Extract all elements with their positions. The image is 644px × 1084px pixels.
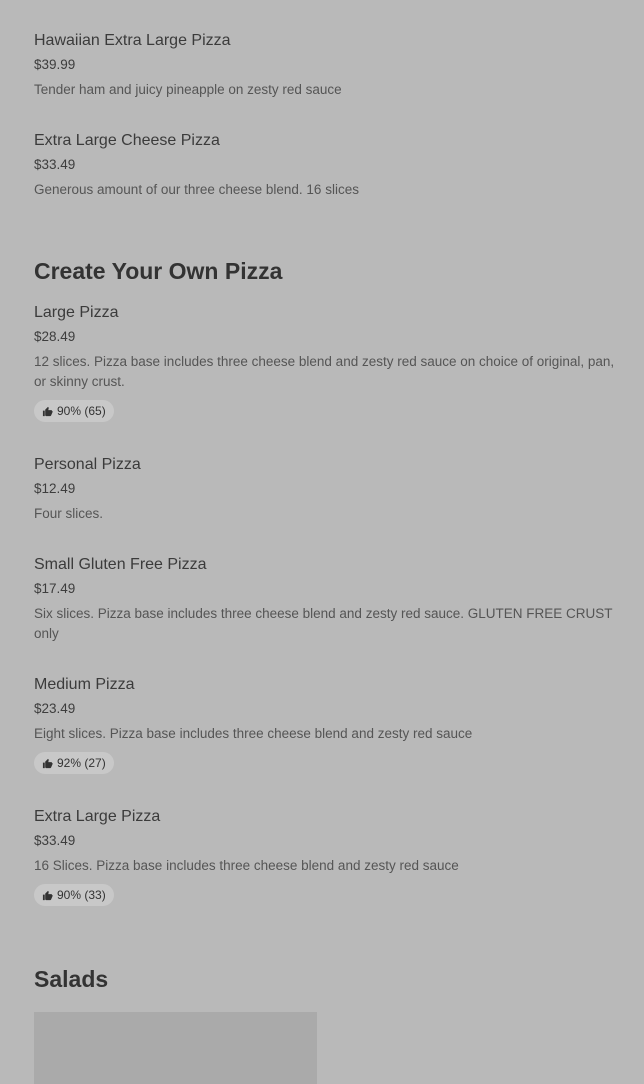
menu-item[interactable]: Large Pizza $28.49 12 slices. Pizza base…: [34, 303, 618, 422]
item-price: $17.49: [34, 581, 76, 596]
item-description: Four slices.: [34, 506, 104, 521]
thumbs-up-icon: [42, 890, 53, 900]
item-name: Hawaiian Extra Large Pizza: [34, 32, 231, 49]
rating-label: 92% (27): [57, 756, 106, 770]
item-description: 12 slices. Pizza base includes three che…: [34, 354, 615, 389]
item-name: Extra Large Cheese Pizza: [34, 132, 220, 149]
section-title-create-your-own: Create Your Own Pizza: [34, 258, 283, 284]
item-price: $28.49: [34, 329, 76, 344]
item-name: Personal Pizza: [34, 456, 141, 473]
rating-badge: 90% (33): [34, 884, 114, 906]
salad-card-image[interactable]: [34, 1012, 317, 1084]
item-description: 16 Slices. Pizza base includes three che…: [34, 858, 459, 873]
item-description: Generous amount of our three cheese blen…: [34, 182, 359, 197]
menu-item[interactable]: Small Gluten Free Pizza $17.49 Six slice…: [34, 555, 618, 644]
menu-item[interactable]: Medium Pizza $23.49 Eight slices. Pizza …: [34, 675, 618, 774]
rating-label: 90% (65): [57, 404, 106, 418]
item-price: $33.49: [34, 157, 76, 172]
thumbs-up-icon: [42, 758, 53, 768]
item-description: Tender ham and juicy pineapple on zesty …: [34, 82, 342, 97]
rating-badge: 90% (65): [34, 400, 114, 422]
rating-label: 90% (33): [57, 888, 106, 902]
item-price: $23.49: [34, 701, 76, 716]
item-name: Small Gluten Free Pizza: [34, 556, 207, 573]
item-price: $39.99: [34, 57, 76, 72]
item-description: Six slices. Pizza base includes three ch…: [34, 606, 613, 641]
item-price: $33.49: [34, 833, 76, 848]
thumbs-up-icon: [42, 406, 53, 416]
item-name: Extra Large Pizza: [34, 808, 161, 825]
menu-item[interactable]: Personal Pizza $12.49 Four slices.: [34, 455, 618, 524]
menu-page: Hawaiian Extra Large Pizza $39.99 Tender…: [0, 0, 644, 1084]
menu-item[interactable]: Hawaiian Extra Large Pizza $39.99 Tender…: [34, 31, 618, 100]
item-price: $12.49: [34, 481, 76, 496]
menu-item[interactable]: Extra Large Cheese Pizza $33.49 Generous…: [34, 131, 618, 200]
section-title-salads: Salads: [34, 966, 109, 992]
item-description: Eight slices. Pizza base includes three …: [34, 726, 473, 741]
item-name: Large Pizza: [34, 304, 119, 321]
menu-item[interactable]: Extra Large Pizza $33.49 16 Slices. Pizz…: [34, 807, 618, 906]
item-name: Medium Pizza: [34, 676, 135, 693]
rating-badge: 92% (27): [34, 752, 114, 774]
